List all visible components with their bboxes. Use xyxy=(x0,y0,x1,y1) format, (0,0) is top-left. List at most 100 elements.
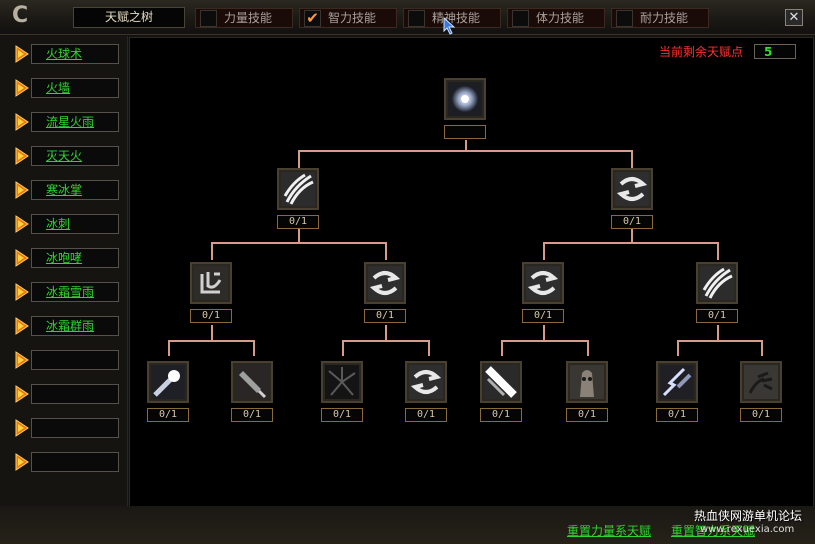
sidebar-item-label[interactable]: 火墙 xyxy=(46,81,70,95)
tab-0[interactable]: 力量技能 xyxy=(195,8,293,28)
mouse-cursor-icon xyxy=(443,17,456,35)
tab-3[interactable]: 体力技能 xyxy=(507,8,605,28)
skill-point-counter: 0/1 xyxy=(147,408,189,422)
sidebar-item-label[interactable]: 灭天火 xyxy=(46,149,82,163)
tab-checkbox[interactable] xyxy=(200,10,217,27)
skill-node[interactable] xyxy=(364,262,406,304)
skill-node[interactable] xyxy=(277,168,319,210)
skill-node[interactable] xyxy=(696,262,738,304)
window-title: 天赋之树 xyxy=(73,7,185,28)
swirl-icon xyxy=(526,266,560,300)
sidebar-item-label[interactable]: 寒冰掌 xyxy=(46,183,82,197)
arrow-marker-icon xyxy=(15,453,29,471)
tab-checkbox[interactable] xyxy=(512,10,529,27)
tree-connector xyxy=(717,242,719,260)
skill-node[interactable] xyxy=(740,361,782,403)
reset-strength-link[interactable]: 重置力量系天赋 xyxy=(567,524,651,538)
sidebar-item[interactable]: 火球术 xyxy=(15,44,119,64)
sidebar-item[interactable] xyxy=(15,384,119,404)
skill-node[interactable] xyxy=(656,361,698,403)
tree-connector xyxy=(543,325,545,341)
arrow-marker-icon xyxy=(15,79,29,97)
light-beam-icon xyxy=(484,365,518,399)
arrow-marker-icon xyxy=(15,215,29,233)
skill-point-counter: 0/1 xyxy=(566,408,608,422)
skill-point-counter: 0/1 xyxy=(321,408,363,422)
swirl-icon xyxy=(615,172,649,206)
window-logo-icon: C xyxy=(12,3,29,28)
tab-label: 智力技能 xyxy=(328,11,377,25)
sidebar-item[interactable]: 冰刺 xyxy=(15,214,119,234)
sidebar-item-frame xyxy=(31,418,119,438)
arrow-marker-icon xyxy=(15,45,29,63)
tab-label: 力量技能 xyxy=(224,11,273,25)
orb-icon xyxy=(448,82,482,116)
arrow-marker-icon xyxy=(15,147,29,165)
tree-connector xyxy=(385,325,387,341)
sidebar-item[interactable]: 流星火雨 xyxy=(15,112,119,132)
skill-point-counter: 0/1 xyxy=(522,309,564,323)
tree-connector xyxy=(761,340,763,356)
tab-checkbox[interactable]: ✔ xyxy=(304,10,321,27)
tree-connector xyxy=(298,228,300,242)
skill-point-counter: 0/1 xyxy=(405,408,447,422)
claw-hand-icon xyxy=(744,365,778,399)
skill-point-counter: 0/1 xyxy=(611,215,653,229)
rune-icon xyxy=(194,266,228,300)
tab-checkbox[interactable] xyxy=(616,10,633,27)
skill-node[interactable] xyxy=(231,361,273,403)
skill-point-counter: 0/1 xyxy=(277,215,319,229)
arrow-marker-icon xyxy=(15,249,29,267)
sidebar-item[interactable]: 冰霜雪雨 xyxy=(15,282,119,302)
arrow-marker-icon xyxy=(15,419,29,437)
sidebar-item[interactable]: 火墙 xyxy=(15,78,119,98)
tab-label: 耐力技能 xyxy=(640,11,689,25)
watermark-url: www.rexuexia.com xyxy=(700,524,795,535)
sidebar-item[interactable]: 寒冰掌 xyxy=(15,180,119,200)
comet-icon xyxy=(151,365,185,399)
skill-point-counter: 0/1 xyxy=(656,408,698,422)
tree-connector xyxy=(631,228,633,242)
tab-checkbox[interactable] xyxy=(408,10,425,27)
sidebar-item-label[interactable]: 火球术 xyxy=(46,47,82,61)
sidebar-item[interactable] xyxy=(15,452,119,472)
sidebar-item[interactable] xyxy=(15,350,119,370)
sidebar-item[interactable] xyxy=(15,418,119,438)
tree-connector xyxy=(543,242,719,244)
tree-connector xyxy=(677,340,679,356)
skill-node-root[interactable] xyxy=(444,78,486,120)
tree-connector xyxy=(631,150,633,168)
lightning-arm-icon xyxy=(660,365,694,399)
tab-1[interactable]: ✔ 智力技能 xyxy=(299,8,397,28)
skill-node[interactable] xyxy=(566,361,608,403)
sidebar-item-label[interactable]: 冰刺 xyxy=(46,217,70,231)
tree-connector xyxy=(298,150,633,152)
sidebar-item-label[interactable]: 冰霜雪雨 xyxy=(46,285,94,299)
sidebar-item-label[interactable]: 流星火雨 xyxy=(46,115,94,129)
tree-connector xyxy=(342,340,430,342)
sidebar-item[interactable]: 灭天火 xyxy=(15,146,119,166)
sidebar-item[interactable]: 冰霜群雨 xyxy=(15,316,119,336)
arrow-marker-icon xyxy=(15,385,29,403)
sidebar-item-label[interactable]: 冰霜群雨 xyxy=(46,319,94,333)
tree-connector xyxy=(501,340,589,342)
skill-node[interactable] xyxy=(147,361,189,403)
tab-4[interactable]: 耐力技能 xyxy=(611,8,709,28)
close-button[interactable]: ✕ xyxy=(785,9,803,26)
skill-node[interactable] xyxy=(321,361,363,403)
tree-connector xyxy=(211,242,387,244)
skill-node[interactable] xyxy=(522,262,564,304)
skill-point-counter xyxy=(444,125,486,139)
tree-connector xyxy=(587,340,589,356)
sidebar-item-label[interactable]: 冰咆哮 xyxy=(46,251,82,265)
sidebar-item[interactable]: 冰咆哮 xyxy=(15,248,119,268)
watermark-text: 热血侠网游单机论坛 xyxy=(694,509,803,523)
tree-connector xyxy=(211,242,213,260)
sidebar-item-frame xyxy=(31,214,119,234)
tree-connector xyxy=(501,340,503,356)
skill-node[interactable] xyxy=(480,361,522,403)
tree-connector xyxy=(342,340,344,356)
skill-node[interactable] xyxy=(611,168,653,210)
skill-node[interactable] xyxy=(405,361,447,403)
skill-node[interactable] xyxy=(190,262,232,304)
